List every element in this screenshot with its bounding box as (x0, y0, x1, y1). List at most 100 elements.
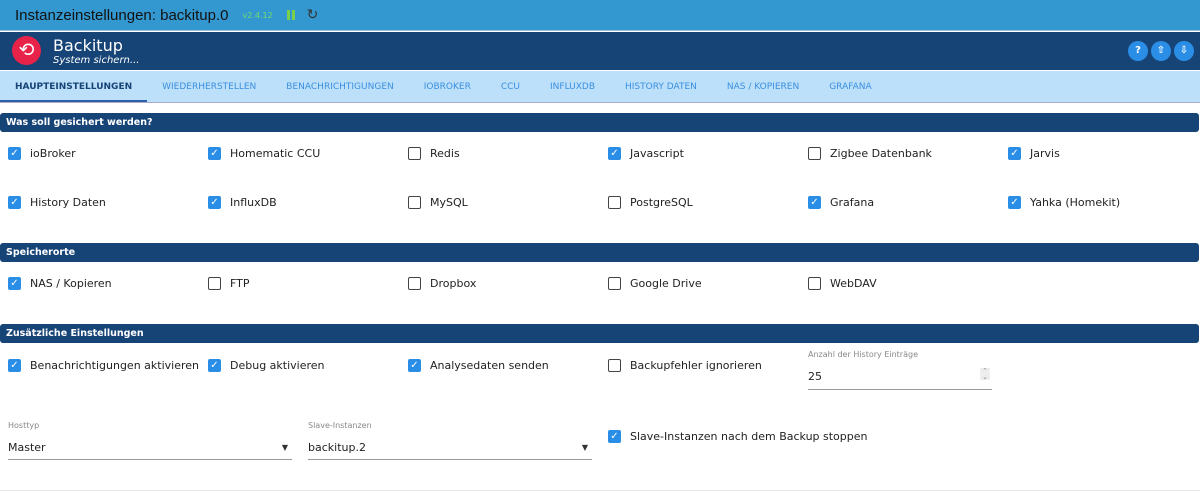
checkbox-icon[interactable]: ✓ (208, 147, 221, 160)
checkbox-dropbox[interactable]: Dropbox (408, 277, 476, 290)
tab-iobroker[interactable]: IOBROKER (409, 71, 486, 102)
checkbox-label: Backupfehler ignorieren (630, 359, 762, 372)
checkbox-icon[interactable]: ✓ (608, 430, 621, 443)
checkbox-icon[interactable]: ✓ (8, 147, 21, 160)
section-header-storage: Speicherorte (0, 243, 1199, 262)
hosttyp-label: Hosttyp (8, 421, 40, 430)
app-name: Backitup (53, 36, 123, 55)
checkbox-icon[interactable] (608, 277, 621, 290)
checkbox-icon[interactable] (608, 359, 621, 372)
checkbox-label: Yahka (Homekit) (1030, 196, 1121, 209)
checkbox-icon[interactable] (408, 277, 421, 290)
checkbox-iobroker[interactable]: ✓ ioBroker (8, 147, 76, 160)
backitup-logo-icon: ⟲ (12, 36, 41, 65)
checkbox-label: ioBroker (30, 147, 76, 160)
checkbox-label: Debug aktivieren (230, 359, 325, 372)
checkbox-influxdb[interactable]: ✓ InfluxDB (208, 196, 277, 209)
checkbox-icon[interactable]: ✓ (8, 277, 21, 290)
checkbox-label: Redis (430, 147, 460, 160)
checkbox-label: FTP (230, 277, 250, 290)
checkbox-javascript[interactable]: ✓ Javascript (608, 147, 684, 160)
app-header: ⟲ Backitup System sichern... ? ⇧ ⇩ (0, 32, 1200, 70)
tab-history-daten[interactable]: HISTORY DATEN (610, 71, 712, 102)
tab-grafana[interactable]: GRAFANA (814, 71, 886, 102)
section-header-extra: Zusätzliche Einstellungen (0, 324, 1199, 343)
checkbox-webdav[interactable]: WebDAV (808, 277, 877, 290)
divider (0, 490, 1200, 491)
checkbox-zigbee-datenbank[interactable]: Zigbee Datenbank (808, 147, 932, 160)
checkbox-label: Dropbox (430, 277, 477, 290)
checkbox-icon[interactable] (408, 196, 421, 209)
checkbox-label: PostgreSQL (630, 196, 693, 209)
upload-button[interactable]: ⇧ (1151, 41, 1171, 61)
tab-influxdb[interactable]: INFLUXDB (535, 71, 610, 102)
checkbox-history-daten[interactable]: ✓ History Daten (8, 196, 106, 209)
checkbox-icon[interactable]: ✓ (1008, 147, 1021, 160)
download-button[interactable]: ⇩ (1174, 41, 1194, 61)
tab-ccu[interactable]: CCU (486, 71, 535, 102)
checkbox-backupfehler-ignorieren[interactable]: Backupfehler ignorieren (608, 359, 762, 372)
checkbox-icon[interactable]: ✓ (608, 147, 621, 160)
checkbox-icon[interactable]: ✓ (208, 196, 221, 209)
checkbox-ftp[interactable]: FTP (208, 277, 250, 290)
reload-icon[interactable]: ↻ (307, 7, 319, 23)
checkbox-label: Homematic CCU (230, 147, 321, 160)
checkbox-icon[interactable] (208, 277, 221, 290)
checkbox-postgresql[interactable]: PostgreSQL (608, 196, 693, 209)
checkbox-redis[interactable]: Redis (408, 147, 460, 160)
history-count-value[interactable]: 25 (808, 370, 822, 383)
checkbox-icon[interactable]: ✓ (1008, 196, 1021, 209)
checkbox-label: InfluxDB (230, 196, 277, 209)
checkbox-icon[interactable]: ✓ (208, 359, 221, 372)
checkbox-label: Javascript (630, 147, 684, 160)
checkbox-icon[interactable]: ✓ (408, 359, 421, 372)
checkbox-label: MySQL (430, 196, 468, 209)
pause-icon[interactable] (286, 10, 295, 20)
slave-instances-label: Slave-Instanzen (308, 421, 372, 430)
checkbox-label: Analysedaten senden (430, 359, 549, 372)
tab-nas-kopieren[interactable]: NAS / KOPIEREN (712, 71, 814, 102)
checkbox-benachrichtigungen-aktivieren[interactable]: ✓ Benachrichtigungen aktivieren (8, 359, 199, 372)
checkbox-label: Slave-Instanzen nach dem Backup stoppen (630, 430, 868, 443)
checkbox-homematic-ccu[interactable]: ✓ Homematic CCU (208, 147, 320, 160)
slave-instances-select[interactable]: Slave-Instanzen backitup.2 ▼ (308, 421, 592, 460)
checkbox-slave-stop[interactable]: ✓ Slave-Instanzen nach dem Backup stoppe… (608, 430, 868, 443)
checkbox-label: Jarvis (1030, 147, 1060, 160)
hosttyp-select[interactable]: Hosttyp Master ▼ (8, 421, 292, 460)
checkbox-analysedaten-senden[interactable]: ✓ Analysedaten senden (408, 359, 549, 372)
checkbox-icon[interactable]: ✓ (808, 196, 821, 209)
hosttyp-value: Master (8, 441, 46, 454)
checkbox-icon[interactable]: ✓ (8, 196, 21, 209)
checkbox-label: NAS / Kopieren (30, 277, 112, 290)
checkbox-debug-aktivieren[interactable]: ✓ Debug aktivieren (208, 359, 325, 372)
checkbox-label: WebDAV (830, 277, 877, 290)
checkbox-label: Google Drive (630, 277, 702, 290)
checkbox-mysql[interactable]: MySQL (408, 196, 468, 209)
checkbox-yahka-homekit-[interactable]: ✓ Yahka (Homekit) (1008, 196, 1120, 209)
checkbox-icon[interactable]: ✓ (8, 359, 21, 372)
tab-haupteinstellungen[interactable]: HAUPTEINSTELLUNGEN (0, 71, 148, 102)
checkbox-label: Grafana (830, 196, 875, 209)
app-subtitle: System sichern... (53, 55, 140, 66)
section-header-what: Was soll gesichert werden? (0, 113, 1199, 132)
history-count-input[interactable]: Anzahl der History Einträge 25 ⌃ ⌄ (808, 350, 992, 390)
version-label: v2.4.12 (242, 10, 273, 20)
checkbox-google-drive[interactable]: Google Drive (608, 277, 702, 290)
checkbox-jarvis[interactable]: ✓ Jarvis (1008, 147, 1060, 160)
checkbox-label: Zigbee Datenbank (830, 147, 932, 160)
tab-wiederherstellen[interactable]: WIEDERHERSTELLEN (147, 71, 271, 102)
checkbox-icon[interactable] (808, 277, 821, 290)
window-title: Instanzeinstellungen: backitup.0 (15, 6, 229, 24)
help-button[interactable]: ? (1128, 41, 1148, 61)
tab-bar: HAUPTEINSTELLUNGEN WIEDERHERSTELLEN BENACH… (0, 71, 1200, 103)
checkbox-icon[interactable] (408, 147, 421, 160)
tab-benachrichtigungen[interactable]: BENACHRICHTIGUNGEN (271, 71, 408, 102)
checkbox-label: History Daten (30, 196, 106, 209)
checkbox-grafana[interactable]: ✓ Grafana (808, 196, 874, 209)
checkbox-nas-kopieren[interactable]: ✓ NAS / Kopieren (8, 277, 112, 290)
stepper-icon[interactable]: ⌃ ⌄ (980, 368, 990, 381)
checkbox-icon[interactable] (808, 147, 821, 160)
history-count-label: Anzahl der History Einträge (808, 350, 918, 359)
checkbox-icon[interactable] (608, 196, 621, 209)
instance-settings-bar: Instanzeinstellungen: backitup.0 v2.4.12… (0, 0, 1200, 31)
